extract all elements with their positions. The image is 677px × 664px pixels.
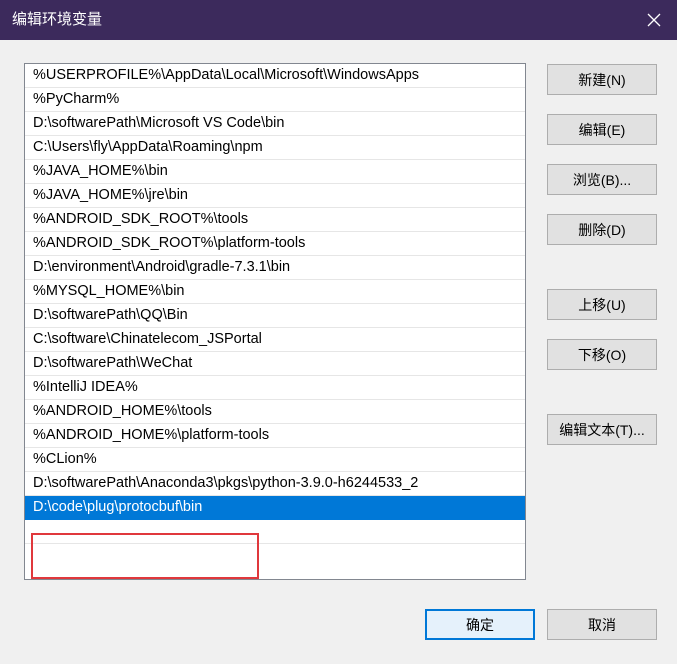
path-list-item[interactable]: D:\softwarePath\Anaconda3\pkgs\python-3.…: [25, 472, 525, 496]
browse-button[interactable]: 浏览(B)...: [547, 164, 657, 195]
path-list-item[interactable]: %CLion%: [25, 448, 525, 472]
path-list-item[interactable]: D:\softwarePath\WeChat: [25, 352, 525, 376]
path-list-item[interactable]: %MYSQL_HOME%\bin: [25, 280, 525, 304]
move-down-button[interactable]: 下移(O): [547, 339, 657, 370]
path-list-item[interactable]: D:\softwarePath\QQ\Bin: [25, 304, 525, 328]
path-list-item[interactable]: %USERPROFILE%\AppData\Local\Microsoft\Wi…: [25, 64, 525, 88]
move-up-button[interactable]: 上移(U): [547, 289, 657, 320]
path-list-item[interactable]: D:\softwarePath\Microsoft VS Code\bin: [25, 112, 525, 136]
new-button[interactable]: 新建(N): [547, 64, 657, 95]
cancel-button[interactable]: 取消: [547, 609, 657, 640]
path-list-item[interactable]: C:\software\Chinatelecom_JSPortal: [25, 328, 525, 352]
title-bar: 编辑环境变量: [0, 0, 677, 40]
path-list-item[interactable]: %ANDROID_SDK_ROOT%\tools: [25, 208, 525, 232]
path-list-item-selected[interactable]: D:\code\plug\protocbuf\bin: [25, 496, 525, 520]
path-list-item[interactable]: C:\Users\fly\AppData\Roaming\npm: [25, 136, 525, 160]
path-list-empty-row[interactable]: [25, 520, 525, 544]
window-title: 编辑环境变量: [12, 11, 103, 28]
delete-button[interactable]: 删除(D): [547, 214, 657, 245]
close-button[interactable]: [631, 0, 677, 40]
edit-text-button[interactable]: 编辑文本(T)...: [547, 414, 657, 445]
ok-button[interactable]: 确定: [425, 609, 535, 640]
path-list[interactable]: %USERPROFILE%\AppData\Local\Microsoft\Wi…: [24, 63, 526, 580]
path-list-item[interactable]: %IntelliJ IDEA%: [25, 376, 525, 400]
path-list-item[interactable]: %JAVA_HOME%\bin: [25, 160, 525, 184]
path-list-item[interactable]: %JAVA_HOME%\jre\bin: [25, 184, 525, 208]
path-list-item[interactable]: %ANDROID_HOME%\platform-tools: [25, 424, 525, 448]
path-list-item[interactable]: %ANDROID_HOME%\tools: [25, 400, 525, 424]
path-list-item[interactable]: %PyCharm%: [25, 88, 525, 112]
edit-button[interactable]: 编辑(E): [547, 114, 657, 145]
dialog-body: %USERPROFILE%\AppData\Local\Microsoft\Wi…: [1, 40, 676, 663]
path-list-item[interactable]: D:\environment\Android\gradle-7.3.1\bin: [25, 256, 525, 280]
path-list-item[interactable]: %ANDROID_SDK_ROOT%\platform-tools: [25, 232, 525, 256]
close-icon: [647, 13, 661, 27]
